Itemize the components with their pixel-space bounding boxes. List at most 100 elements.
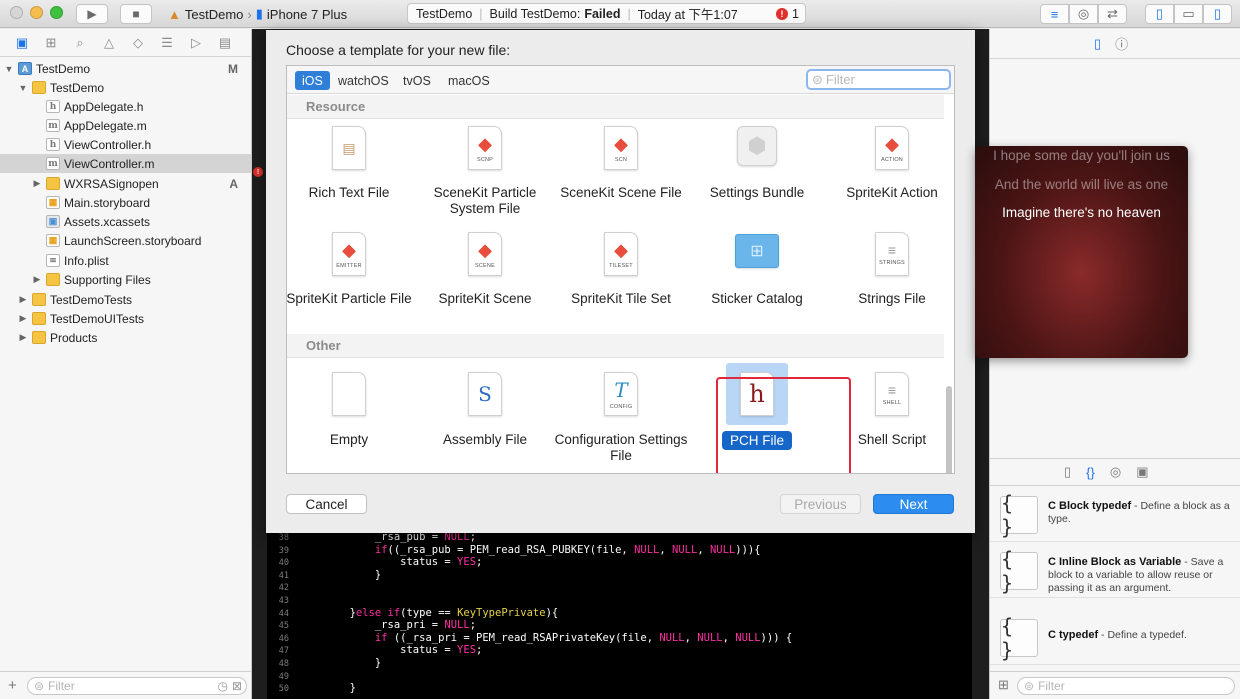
- tree-row-group[interactable]: ▶ TestDemoUITests: [0, 309, 251, 328]
- code-token: ,: [659, 543, 673, 556]
- code-line[interactable]: 44 }else if(type == KeyTypePrivate){: [267, 607, 972, 620]
- template-label: SpriteKit Action: [846, 185, 938, 200]
- code-line[interactable]: 45 _rsa_pri = NULL;: [267, 619, 972, 632]
- code-token: }: [299, 606, 356, 619]
- tree-row-group[interactable]: ▶ Products: [0, 328, 251, 347]
- report-icon[interactable]: ▤: [217, 35, 233, 51]
- tab-ios[interactable]: iOS: [295, 71, 330, 90]
- tree-row-project[interactable]: ▼ A TestDemo M: [0, 59, 251, 78]
- code-token: ,: [684, 631, 698, 644]
- code-line[interactable]: 47 status = YES;: [267, 644, 972, 657]
- test-icon[interactable]: ◇: [130, 35, 146, 51]
- next-button[interactable]: Next: [873, 494, 954, 514]
- navigator-filter-input[interactable]: ⊜ Filter ◷ ⊠: [27, 677, 247, 695]
- search-icon[interactable]: ⌕: [72, 35, 88, 51]
- debug-icon[interactable]: ☰: [159, 35, 175, 51]
- code-line[interactable]: 46 if ((_rsa_pri = PEM_read_RSAPrivateKe…: [267, 632, 972, 645]
- disclosure-closed-icon[interactable]: ▶: [32, 178, 42, 189]
- standard-editor-button[interactable]: ≡: [1040, 4, 1069, 24]
- code-line[interactable]: 41 }: [267, 569, 972, 582]
- tree-row-group[interactable]: ▼ TestDemo: [0, 78, 251, 97]
- sticker-folder-icon: ⊞: [735, 234, 779, 268]
- media-library-icon[interactable]: ▣: [1136, 464, 1148, 480]
- tree-row-file[interactable]: ▦ LaunchScreen.storyboard: [0, 231, 251, 250]
- folder-icon[interactable]: ▣: [14, 35, 30, 51]
- error-indicator[interactable]: ! 1: [776, 7, 799, 21]
- disclosure-closed-icon[interactable]: ▶: [18, 313, 28, 324]
- file-inspector-icon[interactable]: ▯: [1094, 36, 1101, 52]
- tree-row-file[interactable]: ≡ Info.plist: [0, 251, 251, 270]
- template-filter-input[interactable]: ⊜ Filter: [806, 69, 951, 90]
- code-line[interactable]: 40 status = YES;: [267, 556, 972, 569]
- object-library-icon[interactable]: ◎: [1110, 464, 1121, 480]
- snippet-item[interactable]: { } C Inline Block as Variable - Save a …: [990, 543, 1240, 598]
- template-scrollbar[interactable]: [946, 386, 952, 473]
- code-token: NULL: [735, 631, 761, 644]
- line-number: 45: [278, 621, 289, 632]
- toggle-debug-button[interactable]: ▭: [1174, 4, 1203, 24]
- toggle-inspector-button[interactable]: ▯: [1203, 4, 1232, 24]
- tree-row-file-selected[interactable]: m ViewController.m: [0, 154, 251, 173]
- tree-row-file[interactable]: ▦ Main.storyboard: [0, 193, 251, 212]
- tree-row-file[interactable]: ▣ Assets.xcassets: [0, 212, 251, 231]
- code-snippet-icon: { }: [1000, 491, 1038, 539]
- version-editor-button[interactable]: ⇄: [1098, 4, 1127, 24]
- tab-macos[interactable]: macOS: [441, 71, 497, 90]
- code-snippet-icon[interactable]: {}: [1086, 465, 1095, 480]
- code-line[interactable]: 42: [267, 581, 972, 594]
- tree-row-group[interactable]: ▶ WXRSASignopen A: [0, 174, 251, 193]
- hierarchy-icon[interactable]: ⊞: [43, 35, 59, 51]
- code-line[interactable]: 50 }: [267, 682, 972, 695]
- panel-toggle-group: ▯ ▭ ▯: [1145, 4, 1232, 24]
- code-line[interactable]: 48 }: [267, 657, 972, 670]
- recent-icon[interactable]: ◷: [217, 679, 227, 693]
- tree-label: Products: [50, 330, 98, 345]
- file-template-icon[interactable]: ▯: [1064, 464, 1071, 480]
- disclosure-open-icon[interactable]: ▼: [18, 83, 28, 93]
- scheme-name: TestDemo: [184, 6, 244, 22]
- cancel-button[interactable]: Cancel: [286, 494, 367, 514]
- error-marker-icon[interactable]: !: [253, 167, 263, 177]
- disclosure-closed-icon[interactable]: ▶: [18, 332, 28, 343]
- stop-button[interactable]: ■: [120, 4, 152, 24]
- warning-icon[interactable]: △: [101, 35, 117, 51]
- tree-row-group[interactable]: ▶ TestDemoTests: [0, 290, 251, 309]
- tab-watchos[interactable]: watchOS: [331, 71, 396, 90]
- tree-label: Assets.xcassets: [64, 214, 151, 229]
- folder-icon: [46, 177, 60, 190]
- code-token: }: [299, 568, 382, 581]
- tree-row-group[interactable]: ▶ Supporting Files: [0, 270, 251, 289]
- error-count: 1: [792, 6, 799, 21]
- disclosure-closed-icon[interactable]: ▶: [32, 274, 42, 285]
- add-icon[interactable]: +: [8, 677, 17, 694]
- minimize-window-button[interactable]: [30, 6, 43, 19]
- snippet-item[interactable]: { } C Block typedef - Define a block as …: [990, 487, 1240, 542]
- filter-placeholder: Filter: [1038, 679, 1065, 693]
- tree-row-file[interactable]: m AppDelegate.m: [0, 116, 251, 135]
- disclosure-closed-icon[interactable]: ▶: [18, 294, 28, 305]
- assistant-editor-button[interactable]: ◎: [1069, 4, 1098, 24]
- toggle-navigator-button[interactable]: ▯: [1145, 4, 1174, 24]
- code-line[interactable]: 39 if((_rsa_pub = PEM_read_RSA_PUBKEY(fi…: [267, 544, 972, 557]
- library-filter-input[interactable]: ⊜ Filter: [1017, 677, 1235, 695]
- tree-row-file[interactable]: h AppDelegate.h: [0, 97, 251, 116]
- scm-filter-icon[interactable]: ⊠: [232, 679, 242, 693]
- help-icon[interactable]: ⓘ: [1115, 34, 1128, 53]
- code-line[interactable]: 43: [267, 594, 972, 607]
- tree-row-file[interactable]: h ViewController.h: [0, 135, 251, 154]
- run-button[interactable]: ▶: [76, 4, 108, 24]
- breakpoint-icon[interactable]: ▷: [188, 35, 204, 51]
- grid-view-icon[interactable]: ⊞: [998, 677, 1009, 693]
- code-area[interactable]: 38 _rsa_pub = NULL; 39 if((_rsa_pub = PEM…: [267, 531, 972, 699]
- code-line[interactable]: 49: [267, 670, 972, 683]
- tree-label: Supporting Files: [64, 272, 151, 287]
- library-tabs: ▯ {} ◎ ▣: [990, 458, 1240, 486]
- scheme-selector[interactable]: ▲ TestDemo › ▮ iPhone 7 Plus: [168, 4, 347, 24]
- zoom-window-button[interactable]: [50, 6, 63, 19]
- code-snippet-icon: { }: [1000, 547, 1038, 595]
- disclosure-open-icon[interactable]: ▼: [4, 64, 14, 74]
- snippet-item[interactable]: { } C typedef - Define a typedef.: [990, 610, 1240, 665]
- tab-tvos[interactable]: tvOS: [396, 71, 438, 90]
- previous-button[interactable]: Previous: [780, 494, 861, 514]
- close-window-button[interactable]: [10, 6, 23, 19]
